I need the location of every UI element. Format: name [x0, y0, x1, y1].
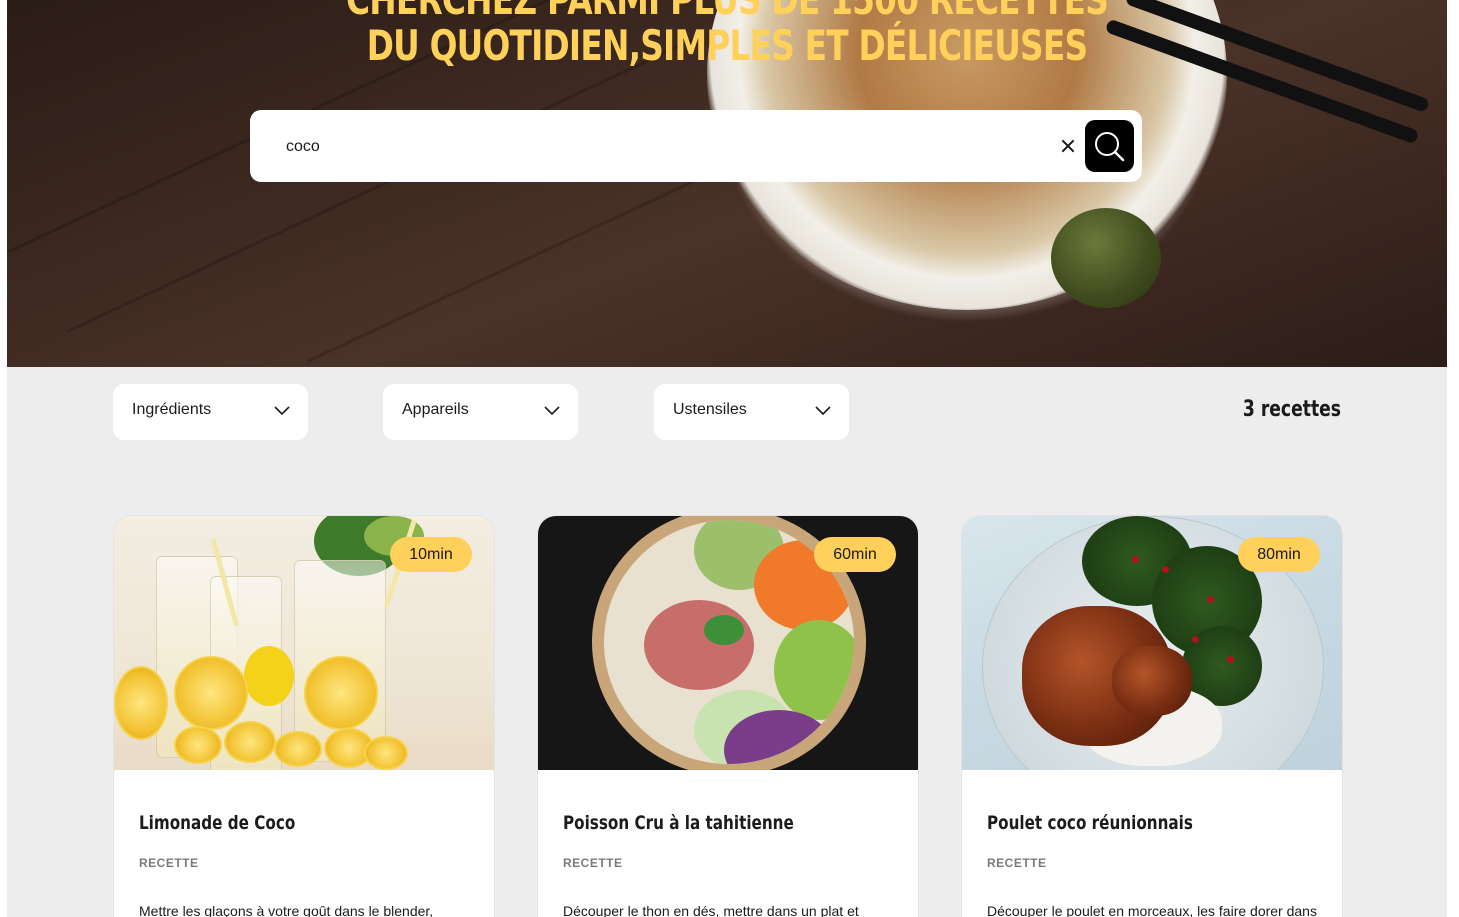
recipe-description: Découper le poulet en morceaux, les fair… [987, 903, 1317, 917]
recipe-section-label: RECETTE [987, 856, 1047, 870]
search-bar [250, 110, 1142, 182]
filter-ingredients[interactable]: Ingrédients [113, 384, 308, 440]
page: CHERCHEZ PARMI PLUS DE 1500 RECETTES DU … [7, 0, 1447, 917]
chevron-down-icon [274, 406, 290, 416]
hero-title-line-2: DU QUOTIDIEN,SIMPLES ET DÉLICIEUSES [366, 21, 1088, 70]
recipe-section-label: RECETTE [563, 856, 623, 870]
recipe-card[interactable]: 80min Poulet coco réunionnais RECETTE Dé… [962, 516, 1342, 917]
search-input[interactable] [284, 128, 1048, 166]
recipe-card[interactable]: 10min Limonade de Coco RECETTE Mettre le… [114, 516, 494, 917]
hero-lime-image [1051, 208, 1161, 308]
recipe-title: Poulet coco réunionnais [987, 811, 1193, 834]
filter-label: Ustensiles [673, 401, 747, 418]
recipe-section-label: RECETTE [139, 856, 199, 870]
wood-grain [67, 34, 703, 333]
duration-badge: 10min [390, 537, 472, 572]
recipe-card[interactable]: 60min Poisson Cru à la tahitienne RECETT… [538, 516, 918, 917]
duration-badge: 80min [1238, 537, 1320, 572]
close-icon[interactable] [1056, 134, 1080, 158]
hero-banner: CHERCHEZ PARMI PLUS DE 1500 RECETTES DU … [7, 0, 1447, 367]
chevron-down-icon [544, 406, 560, 416]
filter-label: Ingrédients [132, 401, 212, 418]
recipe-title: Poisson Cru à la tahitienne [563, 811, 794, 834]
duration-badge: 60min [814, 537, 896, 572]
search-icon [1095, 132, 1125, 162]
results-count: 3 recettes [1242, 397, 1341, 422]
recipe-description: Mettre les glaçons à votre goût dans le … [139, 903, 434, 917]
filter-appareils[interactable]: Appareils [383, 384, 578, 440]
filter-label: Appareils [402, 401, 469, 418]
search-button[interactable] [1085, 120, 1134, 172]
filter-ustensiles[interactable]: Ustensiles [654, 384, 849, 440]
recipe-title: Limonade de Coco [139, 811, 296, 834]
recipe-description: Découper le thon en dés, mettre dans un … [563, 903, 859, 917]
chevron-down-icon [815, 406, 831, 416]
